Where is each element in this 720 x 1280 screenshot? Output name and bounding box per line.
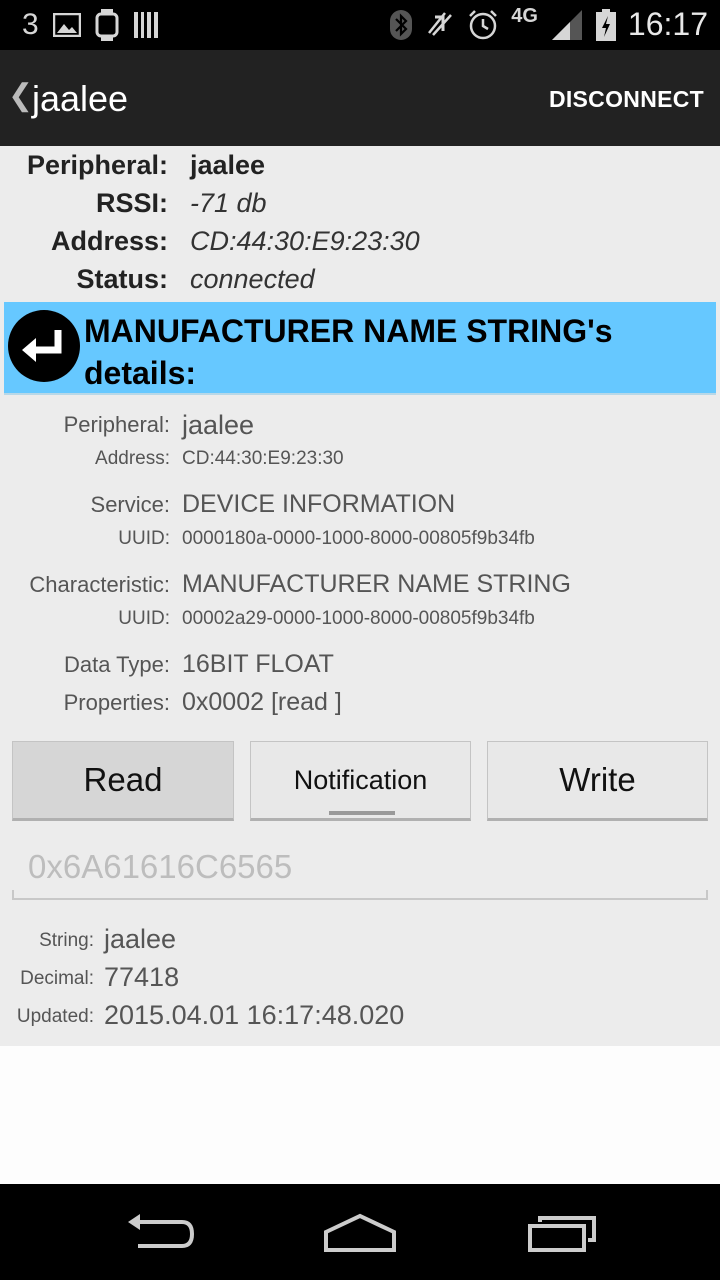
detail-address-value: CD:44:30:E9:23:30 xyxy=(182,448,344,469)
status-value: connected xyxy=(190,264,315,294)
notification-button[interactable]: Notification xyxy=(250,741,471,821)
properties-value: 0x0002 [read ] xyxy=(182,688,342,716)
signal-icon xyxy=(550,9,584,41)
properties-label: Properties: xyxy=(63,690,170,715)
characteristic-uuid-value: 00002a29-0000-1000-8000-00805f9b34fb xyxy=(182,608,535,629)
address-value: CD:44:30:E9:23:30 xyxy=(190,226,420,256)
peripheral-value: jaalee xyxy=(190,150,266,180)
status-bar: 3 4G 16:17 xyxy=(0,0,720,50)
up-caret-icon[interactable]: ❮ xyxy=(8,78,33,113)
barcode-icon xyxy=(133,11,159,39)
service-uuid-label: UUID: xyxy=(118,528,170,549)
status-time: 16:17 xyxy=(627,6,708,42)
characteristic-value: MANUFACTURER NAME STRING xyxy=(182,570,571,598)
datatype-label: Data Type: xyxy=(64,652,170,677)
detail-peripheral-label: Peripheral: xyxy=(63,412,170,437)
content-area: Peripheral: jaalee RSSI: -71 db Address:… xyxy=(0,146,720,1046)
service-uuid-value: 0000180a-0000-1000-8000-00805f9b34fb xyxy=(182,528,535,549)
rssi-value: -71 db xyxy=(190,188,267,218)
home-icon[interactable] xyxy=(322,1212,398,1259)
battery-icon xyxy=(595,8,616,41)
return-arrow-icon[interactable] xyxy=(8,310,80,382)
gallery-icon xyxy=(52,13,81,37)
status-row: Status: connected xyxy=(0,264,720,302)
navigation-bar xyxy=(0,1184,720,1280)
toggle-indicator xyxy=(329,811,395,815)
updated-value: 2015.04.01 16:17:48.020 xyxy=(104,1000,405,1030)
bluetooth-icon xyxy=(389,9,413,41)
back-icon[interactable] xyxy=(124,1212,196,1257)
action-bar: ❮ jaalee DISCONNECT xyxy=(0,50,720,146)
disconnect-button[interactable]: DISCONNECT xyxy=(549,86,704,113)
value-input[interactable]: 0x6A61616C6565 xyxy=(12,836,708,900)
details-banner: MANUFACTURER NAME STRING's details: xyxy=(4,302,716,395)
updated-label: Updated: xyxy=(16,1006,94,1027)
detail-peripheral-value: jaalee xyxy=(182,410,255,440)
value-input-placeholder: 0x6A61616C6565 xyxy=(28,848,293,885)
characteristic-label: Characteristic: xyxy=(29,572,170,597)
rssi-label: RSSI: xyxy=(95,188,168,218)
notification-count: 3 xyxy=(22,8,39,41)
watch-icon xyxy=(95,9,119,41)
notification-button-label: Notification xyxy=(293,764,428,795)
empty-area xyxy=(0,1046,720,1184)
recents-icon[interactable] xyxy=(526,1212,598,1259)
string-label: String: xyxy=(39,930,94,951)
decimal-value: 77418 xyxy=(104,962,180,992)
service-label: Service: xyxy=(90,492,170,517)
peripheral-row: Peripheral: jaalee xyxy=(0,150,720,188)
write-button[interactable]: Write xyxy=(487,741,708,821)
string-value: jaalee xyxy=(104,924,177,954)
characteristic-uuid-label: UUID: xyxy=(118,608,170,629)
mute-icon xyxy=(425,9,455,41)
address-row: Address: CD:44:30:E9:23:30 xyxy=(0,226,720,264)
service-value: DEVICE INFORMATION xyxy=(182,490,456,518)
read-button[interactable]: Read xyxy=(12,741,234,821)
status-label: Status: xyxy=(76,264,168,294)
address-label: Address: xyxy=(50,226,168,256)
decimal-label: Decimal: xyxy=(20,968,94,989)
alarm-icon xyxy=(467,9,499,41)
rssi-row: RSSI: -71 db xyxy=(0,188,720,226)
detail-address-label: Address: xyxy=(95,448,170,469)
datatype-value: 16BIT FLOAT xyxy=(182,650,334,678)
details-title: MANUFACTURER NAME STRING's details: xyxy=(84,313,613,391)
page-title[interactable]: jaalee xyxy=(32,78,128,120)
peripheral-label: Peripheral: xyxy=(26,150,168,180)
network-type: 4G xyxy=(511,5,538,27)
